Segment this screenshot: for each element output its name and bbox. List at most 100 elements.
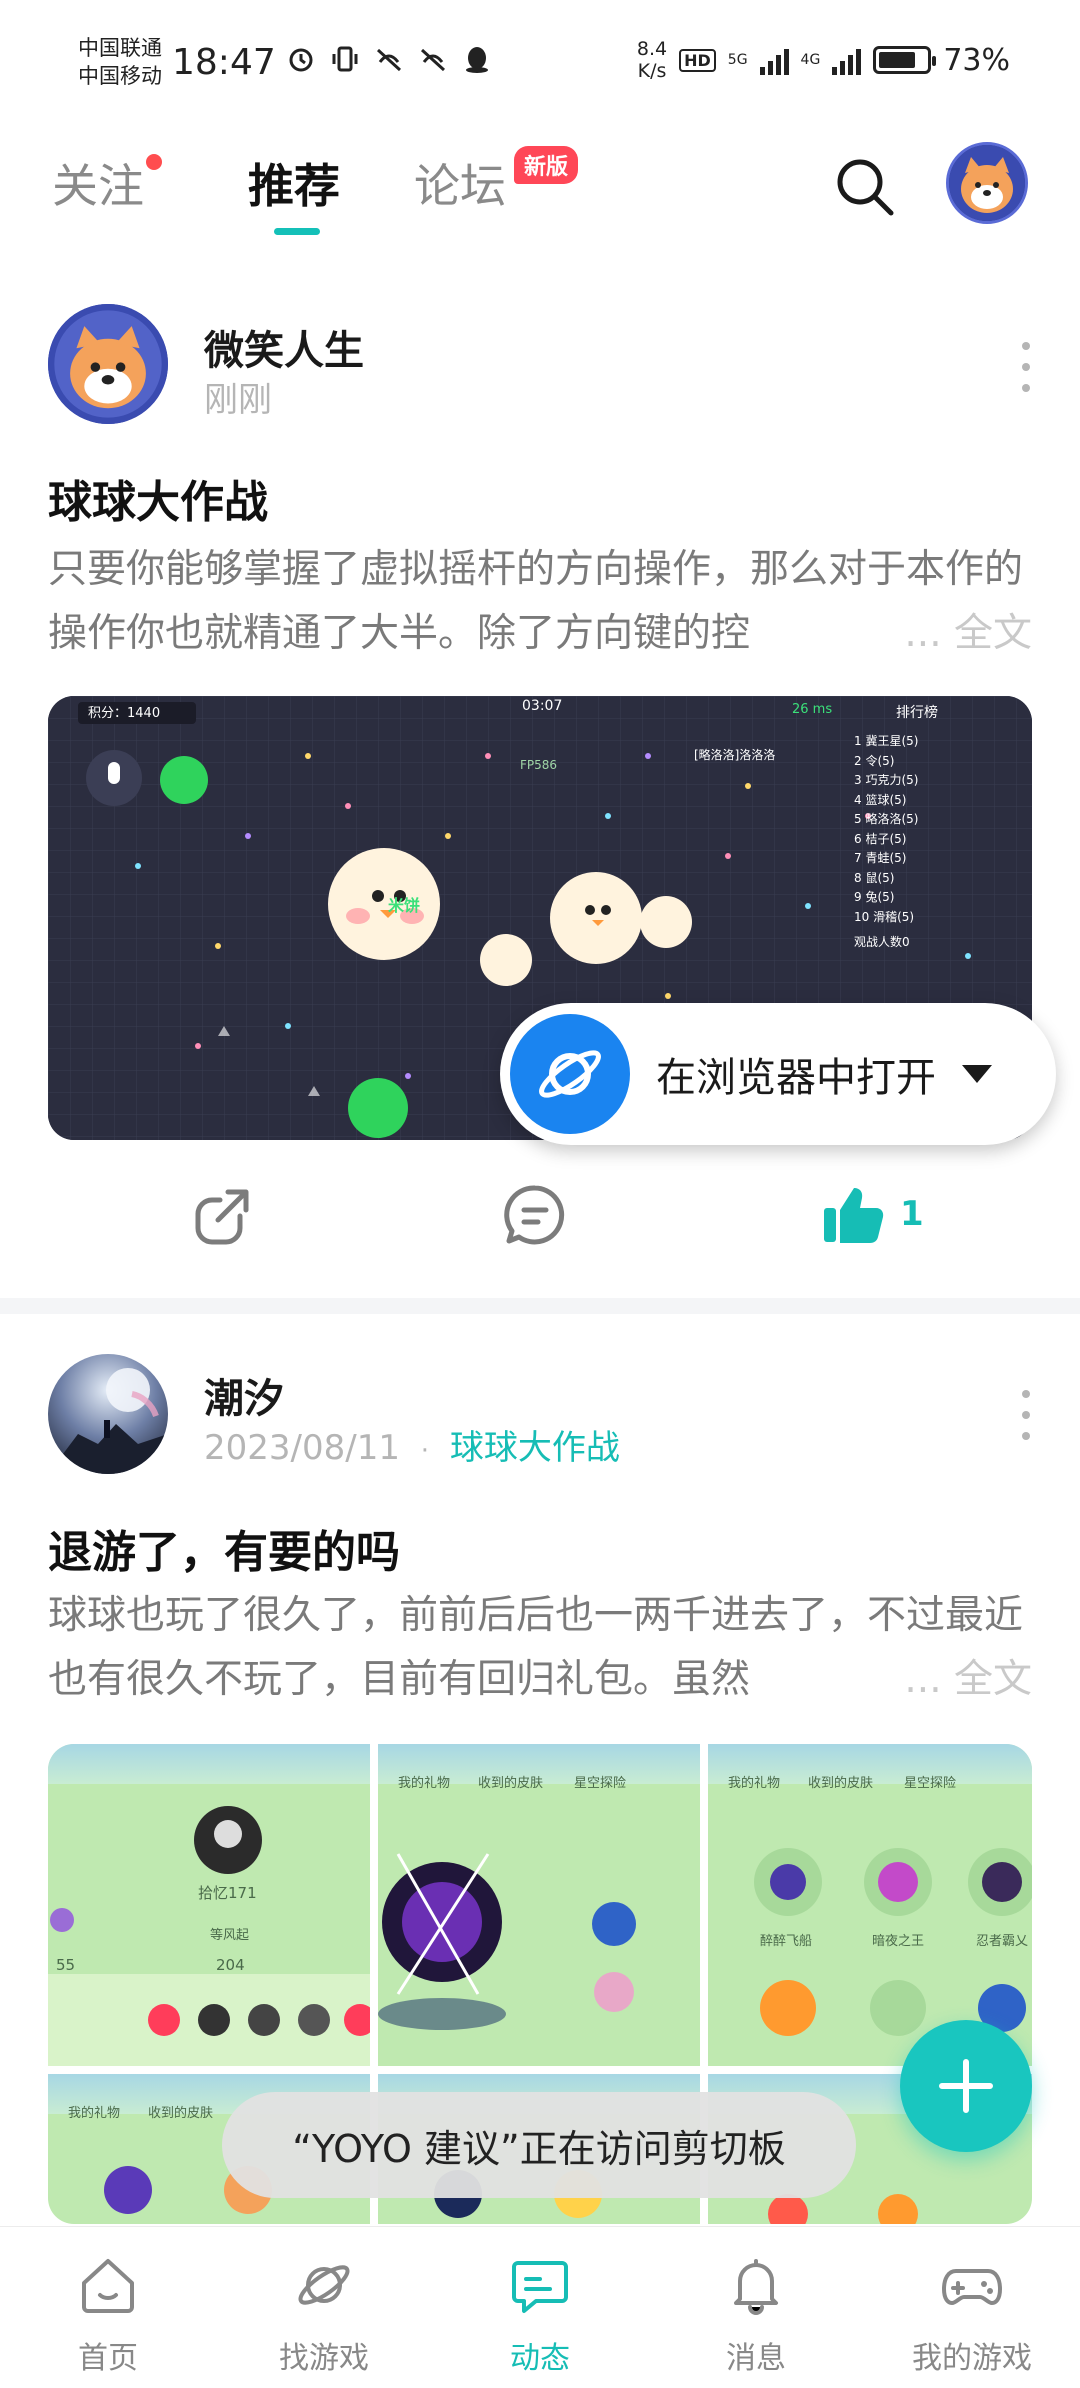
more-options-button[interactable] — [1018, 342, 1034, 392]
dot-icon — [1022, 1432, 1030, 1440]
thumbs-up-icon — [824, 1188, 884, 1243]
author-avatar[interactable] — [48, 1354, 168, 1474]
planet-icon — [298, 2265, 350, 2305]
post-excerpt[interactable]: ... 全文 只要你能够掌握了虚拟摇杆的方向操作，那么对于本作的操作你也就精通了… — [48, 538, 1032, 666]
nav-messages[interactable]: 消息 — [648, 2227, 864, 2388]
leaderboard-title: 排行榜 — [896, 705, 938, 721]
leaderboard-entry: 2 令(5) — [854, 753, 895, 768]
tab-follow[interactable]: 关注 — [52, 150, 162, 216]
like-button[interactable] — [818, 1180, 888, 1250]
moon-figure-avatar-icon — [48, 1354, 168, 1474]
clipboard-toast: “YOYO 建议”正在访问剪切板 — [222, 2092, 856, 2198]
status-right: 8.4 K/s HD 5G 4G 73% — [637, 38, 1010, 82]
nav-find-games-label: 找游戏 — [279, 2341, 369, 2376]
active-tab-indicator — [274, 228, 320, 235]
read-full-link[interactable]: ... 全文 — [898, 602, 1032, 666]
post-excerpt[interactable]: ... 全文 球球也玩了很久了，前前后后也一两千进去了，不过最近也有很久不玩了，… — [48, 1584, 1032, 1712]
qq-icon — [462, 44, 492, 74]
nav-home[interactable]: 首页 — [0, 2227, 216, 2388]
search-icon — [837, 159, 894, 216]
bottom-navigation: 首页 找游戏 动态 消息 我的游戏 — [0, 2226, 1080, 2388]
post-title[interactable]: 球球大作战 — [48, 466, 268, 530]
leaderboard-list: 1 冀王星(5) 2 令(5) 3 巧克力(5) 4 篮球(5) 5 略洛洛(5… — [854, 732, 918, 953]
comment-button[interactable] — [500, 1180, 570, 1250]
leaderboard-entry: 4 篮球(5) — [854, 792, 907, 807]
author-name[interactable]: 潮汐 — [204, 1366, 284, 1424]
net-type-1: 5G — [727, 52, 748, 68]
home-icon — [82, 2259, 134, 2313]
open-in-browser-button[interactable]: 在浏览器中打开 — [500, 1003, 1056, 1145]
shiba-avatar-icon — [48, 304, 168, 424]
post-image[interactable]: 我的礼物 收到的皮肤 星空探险 醉醉飞船 暗夜之王 忍者霸乂 — [708, 1744, 1032, 2066]
game-score: 积分：1440 — [88, 706, 161, 721]
post-actions: 1 — [0, 1180, 1080, 1270]
dot-icon — [1022, 1390, 1030, 1398]
leaderboard-entry: 8 鼠(5) — [854, 870, 895, 885]
nav-messages-label: 消息 — [726, 2341, 786, 2376]
dropdown-caret-icon[interactable] — [962, 1065, 992, 1083]
dot-icon — [1022, 1411, 1030, 1419]
dot-icon — [1022, 342, 1030, 350]
enemy-tag: [略洛洛]洛洛洛 — [694, 748, 776, 762]
tab-follow-label: 关注 — [52, 159, 144, 213]
net-type-2: 4G — [800, 52, 821, 68]
shiba-avatar-icon — [949, 145, 1025, 221]
nav-my-games[interactable]: 我的游戏 — [864, 2227, 1080, 2388]
top-navigation: 关注 推荐 论坛 新版 — [0, 130, 1080, 260]
mute-icon-2 — [418, 44, 448, 74]
share-icon — [195, 1189, 249, 1245]
open-in-browser-label: 在浏览器中打开 — [656, 1055, 936, 1101]
leaderboard-entry: 10 滑稽(5) — [854, 909, 915, 924]
battery-icon — [873, 46, 937, 74]
game-tag-link[interactable]: 球球大作战 — [450, 1428, 620, 1468]
post-image[interactable]: 我的礼物 收到的皮肤 星空探险 — [378, 1744, 700, 2066]
post-image[interactable]: 拾忆171 等风起 55 204 — [48, 1744, 370, 2066]
gamepad-icon — [942, 2269, 1002, 2305]
skin-name: 醉醉飞船 — [760, 1934, 813, 1949]
mute-icon — [374, 44, 404, 74]
browser-icon — [510, 1014, 630, 1134]
leaderboard-entry: 3 巧克力(5) — [854, 773, 919, 787]
profile-rank: 等风起 — [210, 1928, 250, 1943]
nav-home-label: 首页 — [78, 2341, 138, 2376]
author-avatar[interactable] — [48, 304, 168, 424]
unread-dot — [146, 154, 162, 170]
status-icons — [286, 44, 492, 74]
tab-forum-label: 论坛 — [414, 159, 506, 213]
share-button[interactable] — [188, 1180, 258, 1250]
profile-name: 拾忆171 — [198, 1884, 257, 1902]
search-button[interactable] — [830, 152, 900, 222]
carrier-labels: 中国联通 中国移动 — [78, 34, 162, 90]
post-excerpt-text: 只要你能够掌握了虚拟摇杆的方向操作，那么对于本作的操作你也就精通了大半。除了方向… — [48, 547, 1024, 656]
read-full-link[interactable]: ... 全文 — [898, 1648, 1032, 1712]
nav-find-games[interactable]: 找游戏 — [216, 2227, 432, 2388]
battery-level: 73% — [943, 42, 1010, 78]
carrier-2: 中国移动 — [78, 64, 162, 88]
skin-name: 暗夜之王 — [872, 1934, 925, 1949]
my-avatar[interactable] — [946, 142, 1028, 224]
plus-icon — [939, 2059, 993, 2113]
net-speed: 8.4 K/s — [636, 38, 668, 82]
player-tag: FP586 — [520, 758, 558, 772]
player-name: 米饼 — [388, 896, 421, 915]
leaderboard-entry: 7 青蛙(5) — [854, 851, 907, 865]
game-timer: 03:07 — [522, 698, 563, 714]
dot-icon — [1022, 363, 1030, 371]
leaderboard-entry: 5 略洛洛(5) — [854, 812, 919, 826]
tab-recommend-label: 推荐 — [248, 159, 340, 213]
more-options-button[interactable] — [1018, 1390, 1034, 1440]
comment-icon — [504, 1185, 565, 1245]
leaderboard-entry: 6 桔子(5) — [854, 831, 907, 846]
nav-feed[interactable]: 动态 — [432, 2227, 648, 2388]
chat-icon — [512, 2261, 568, 2313]
bell-icon — [734, 2259, 778, 2315]
tab-forum[interactable]: 论坛 — [414, 150, 506, 216]
create-post-button[interactable] — [900, 2020, 1032, 2152]
author-name[interactable]: 微笑人生 — [204, 318, 364, 376]
new-version-badge: 新版 — [514, 146, 579, 184]
signal-icon-2 — [832, 45, 862, 75]
post-title[interactable]: 退游了，有要的吗 — [48, 1516, 400, 1580]
game-ping: 26 ms — [792, 702, 833, 717]
vibrate-icon — [330, 44, 360, 74]
tab-recommend[interactable]: 推荐 — [248, 150, 340, 235]
